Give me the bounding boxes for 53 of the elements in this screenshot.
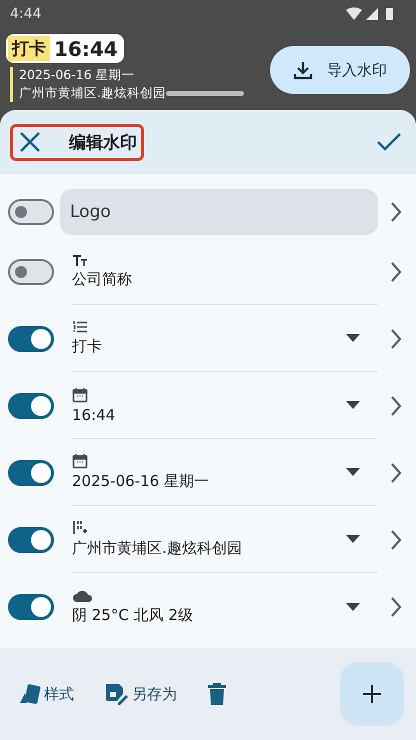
- chevron-right-icon: [390, 328, 402, 350]
- toggle-switch[interactable]: [8, 199, 54, 225]
- item-label: 2025-06-16 星期一: [72, 472, 210, 491]
- cloud-icon: [72, 588, 94, 602]
- dropdown-caret-icon[interactable]: [346, 334, 360, 342]
- logo-label: Logo: [70, 202, 111, 222]
- dropdown-caret-icon[interactable]: [346, 401, 360, 409]
- item-label: 广州市黄埔区.趣炫科创园: [72, 539, 243, 558]
- dropdown-caret-icon[interactable]: [346, 535, 360, 543]
- chevron-right-icon: [390, 528, 402, 550]
- close-button[interactable]: [19, 131, 41, 153]
- toggle-switch[interactable]: [8, 258, 54, 284]
- toggle-switch[interactable]: [8, 326, 54, 352]
- save-edit-icon: [104, 682, 130, 706]
- calendar-icon: [72, 386, 88, 402]
- confirm-button[interactable]: [376, 132, 402, 152]
- download-icon: [293, 60, 313, 80]
- plus-icon: [362, 684, 382, 704]
- chevron-right-icon: [390, 394, 402, 416]
- close-icon: [19, 131, 41, 153]
- checkmark-icon: [376, 132, 402, 152]
- item-label: 阴 25°C 北风 2级: [72, 606, 194, 624]
- column-insert-icon: [72, 520, 88, 536]
- style-tool-button[interactable]: 样式: [18, 683, 74, 705]
- trash-icon: [207, 682, 227, 706]
- toggle-switch[interactable]: [8, 526, 54, 552]
- cards-icon: [18, 683, 42, 705]
- dropdown-caret-icon[interactable]: [346, 468, 360, 476]
- item-label: 16:44: [72, 406, 116, 424]
- chevron-right-icon: [390, 462, 402, 484]
- logo-field[interactable]: Logo: [60, 189, 378, 235]
- toggle-switch[interactable]: [8, 594, 54, 620]
- status-icons: [346, 7, 396, 21]
- status-time: 4:44: [10, 6, 42, 22]
- numbered-list-icon: [72, 320, 88, 334]
- item-label: 公司简称: [72, 270, 133, 289]
- watermark-tag: 打卡: [8, 36, 50, 61]
- watermark-time: 16:44: [54, 36, 118, 60]
- sheet-title: 编辑水印: [69, 132, 137, 154]
- calendar-icon: [72, 453, 88, 469]
- watermark-line: 广州市黄埔区.趣炫科创园: [19, 85, 166, 102]
- chevron-right-icon: [390, 201, 402, 223]
- import-watermark-button[interactable]: 导入水印: [270, 46, 410, 94]
- delete-tool-button[interactable]: [207, 682, 227, 706]
- toggle-switch[interactable]: [8, 392, 54, 418]
- item-label: 打卡: [72, 337, 103, 356]
- text-format-icon: [72, 253, 88, 267]
- toggle-switch[interactable]: [8, 460, 54, 486]
- save-tool-button[interactable]: 另存为: [104, 682, 177, 706]
- watermark-line: 2025-06-16 星期一: [19, 67, 135, 84]
- dropdown-caret-icon[interactable]: [346, 602, 360, 610]
- chevron-right-icon: [390, 596, 402, 618]
- chevron-right-icon: [390, 260, 402, 282]
